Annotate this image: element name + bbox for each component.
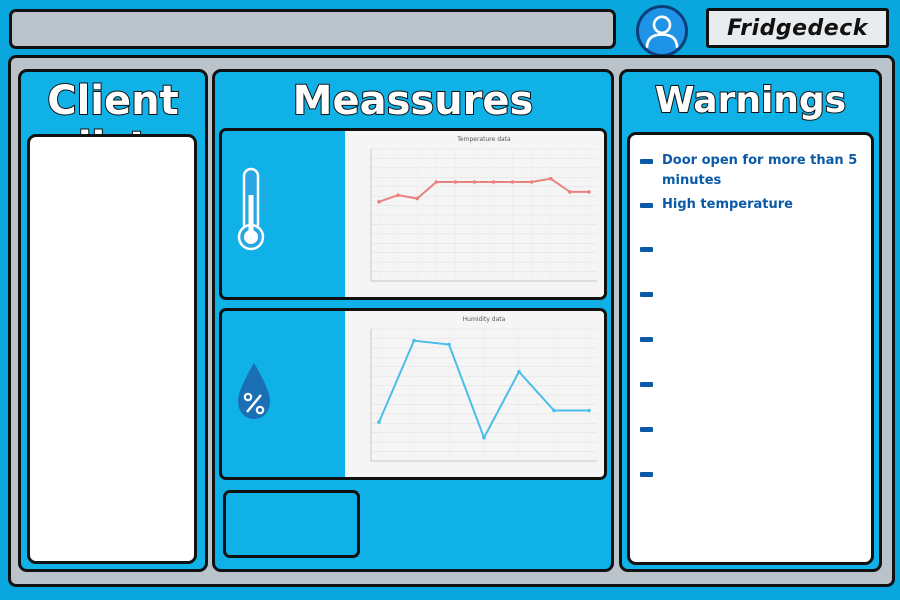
- temperature-chart[interactable]: Temperature data: [345, 131, 604, 297]
- data-point: [396, 193, 400, 197]
- warning-item[interactable]: Door open for more than 5 minutes: [640, 151, 861, 195]
- warning-item[interactable]: [640, 419, 861, 464]
- data-point: [568, 190, 572, 194]
- data-point: [482, 435, 486, 440]
- brand-name: Fridgedeck: [727, 15, 868, 41]
- data-point: [447, 342, 451, 347]
- brand-logo: Fridgedeck: [706, 8, 889, 48]
- data-point: [510, 180, 515, 184]
- empty-measure-card[interactable]: [223, 490, 360, 558]
- warning-item[interactable]: [640, 284, 861, 329]
- warning-item[interactable]: High temperature: [640, 195, 861, 231]
- data-point: [587, 408, 591, 413]
- bullet-dash-icon: [640, 292, 653, 297]
- bullet-dash-icon: [640, 427, 653, 432]
- data-point: [491, 180, 496, 184]
- client-list-box[interactable]: [27, 134, 197, 564]
- data-point: [517, 369, 521, 374]
- data-point: [587, 190, 591, 194]
- data-point: [412, 338, 416, 343]
- warnings-box: Door open for more than 5 minutes High te…: [627, 132, 874, 565]
- warnings-title: Warnings: [654, 79, 847, 122]
- thermometer-icon: [237, 167, 267, 251]
- measures-title: Meassures: [292, 77, 535, 125]
- series-line: [378, 177, 589, 203]
- data-point: [472, 180, 477, 184]
- measures-panel: Meassures Temperature data Humidity data: [212, 69, 614, 572]
- humidity-chart-svg: Humidity data: [370, 316, 597, 462]
- data-point: [549, 176, 553, 181]
- warnings-list: Door open for more than 5 minutes High te…: [640, 151, 861, 509]
- bullet-dash-icon: [640, 337, 653, 342]
- data-point: [552, 408, 556, 413]
- warning-item[interactable]: [640, 329, 861, 374]
- data-point: [453, 180, 458, 184]
- client-list-panel: Client list: [18, 69, 208, 572]
- bullet-dash-icon: [640, 247, 653, 252]
- avatar[interactable]: [636, 5, 688, 57]
- bullet-dash-icon: [640, 382, 653, 387]
- bullet-dash-icon: [640, 472, 653, 477]
- warning-item[interactable]: [640, 239, 861, 284]
- warnings-panel: Warnings Door open for more than 5 minut…: [619, 69, 882, 572]
- chart-title: Temperature data: [456, 136, 511, 143]
- data-point: [415, 196, 419, 201]
- data-point: [434, 180, 439, 184]
- humidity-chart[interactable]: Humidity data: [345, 311, 604, 477]
- data-point: [529, 180, 534, 184]
- warning-text: High temperature: [662, 197, 794, 212]
- humidity-drop-icon: [238, 363, 270, 419]
- user-icon: [645, 15, 679, 48]
- warning-text: Door open for more than 5 minutes: [662, 153, 858, 188]
- chart-title: Humidity data: [463, 316, 506, 323]
- data-point: [377, 200, 381, 204]
- warning-item[interactable]: [640, 374, 861, 419]
- bullet-dash-icon: [640, 203, 653, 208]
- temperature-card[interactable]: Temperature data: [219, 128, 607, 300]
- temperature-chart-svg: Temperature data: [370, 136, 597, 282]
- data-point: [377, 420, 381, 424]
- bullet-dash-icon: [640, 159, 653, 164]
- humidity-card[interactable]: Humidity data: [219, 308, 607, 480]
- warning-item[interactable]: [640, 464, 861, 509]
- top-search-bar[interactable]: [9, 9, 616, 49]
